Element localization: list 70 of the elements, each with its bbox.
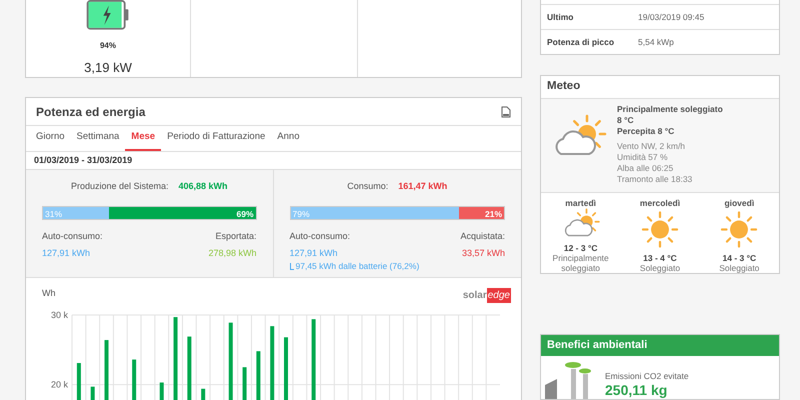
axis-unit: Wh: [42, 288, 56, 298]
date-range: 01/03/2019 - 31/03/2019: [34, 154, 132, 167]
logo-badge: edge: [486, 288, 511, 303]
period-tab[interactable]: Mese: [125, 130, 162, 151]
period-tab[interactable]: Settimana: [70, 130, 126, 151]
axis-tick-label: 30 k: [50, 310, 68, 320]
document-icon[interactable]: [501, 106, 511, 118]
chart-bar[interactable]: [312, 319, 316, 400]
forecast-condition: Principalmente soleggiato: [552, 253, 610, 273]
summary-value: 127,91 kWh: [42, 247, 92, 260]
summary-label: Acquistata:: [460, 230, 505, 243]
chart-bar[interactable]: [242, 367, 247, 400]
chart-bar[interactable]: [104, 340, 109, 400]
info-value: 19/03/2019 09:45: [638, 10, 704, 24]
weather-detail: Umidità 57 %: [617, 152, 669, 163]
summary-label: Auto-consumo:: [42, 230, 103, 242]
bar-percent: 69%: [236, 208, 254, 220]
info-label: Potenza di picco: [547, 36, 616, 48]
chart-bar[interactable]: [90, 386, 95, 400]
battery-percent: 94%: [100, 40, 116, 52]
forecast-condition: Soleggiato: [640, 263, 680, 273]
weather-detail: Vento NW, 2 km/h: [617, 141, 686, 152]
chart-bar[interactable]: [256, 351, 260, 400]
chart-bar[interactable]: [174, 317, 178, 400]
period-tab[interactable]: Giorno: [30, 130, 71, 151]
card-title: Benefici ambientali: [547, 338, 648, 354]
summary-value: 278,98 kWh: [208, 247, 256, 260]
info-label: Ultimo: [547, 10, 574, 24]
forecast-day: mercoledì: [640, 198, 680, 208]
benefit-value: 250,11 kg: [605, 383, 668, 397]
weather-condition: Principalmente soleggiato: [617, 104, 723, 115]
axis-tick-label: 20 k: [50, 380, 68, 390]
benefit-label: Emissioni CO2 evitate: [605, 370, 689, 383]
summary-value: 33,57 kWh: [462, 247, 505, 260]
weather-detail: Tramonto alle 18:33: [617, 174, 694, 185]
battery-note: 97,45 kWh dalle batterie (76,2%): [296, 262, 420, 270]
chart-bar[interactable]: [160, 382, 164, 400]
chart-bar[interactable]: [228, 322, 233, 400]
chart-bar[interactable]: [132, 360, 136, 400]
summary-label: Auto-consumo:: [290, 230, 352, 242]
summary-label: Consumo:: [347, 180, 388, 193]
forecast-range: 13 - 4 °C: [643, 253, 677, 263]
chart-bar[interactable]: [201, 388, 206, 400]
weather-temperature: 8 °C: [617, 115, 635, 126]
summary-value: 161,47 kWh: [398, 180, 448, 193]
summary-value: 406,88 kWh: [178, 180, 228, 193]
forecast-range: 12 - 3 °C: [564, 243, 598, 253]
chart-bar[interactable]: [76, 363, 81, 400]
forecast-condition: Soleggiato: [719, 263, 760, 273]
battery-power: 3,19 kW: [84, 58, 132, 76]
corner-icon: [290, 262, 294, 270]
forecast-range: 14 - 3 °C: [722, 253, 756, 263]
card-title: Meteo: [547, 79, 580, 94]
summary-label: Esportata:: [215, 230, 256, 243]
bar-percent: 21%: [484, 208, 502, 220]
period-tab[interactable]: Anno: [271, 130, 306, 151]
summary-label: Produzione del Sistema:: [70, 180, 169, 193]
summary-value: 127,91 kWh: [290, 247, 339, 260]
weather-feels-like: Percepita 8 °C: [617, 126, 676, 137]
panel-title: Potenza ed energia: [36, 104, 146, 120]
logo-text: solar: [462, 289, 487, 303]
info-value: 5,54 kWp: [638, 36, 674, 48]
bar-percent: 31%: [45, 208, 62, 220]
weather-detail: Alba alle 06:25: [617, 163, 674, 174]
forecast-day: martedì: [565, 198, 596, 208]
chart-bar[interactable]: [270, 326, 274, 400]
chart-bar[interactable]: [187, 336, 192, 400]
period-tab[interactable]: Periodo di Fatturazione: [161, 130, 272, 151]
forecast-day: giovedì: [724, 198, 754, 208]
bar-percent: 79%: [292, 208, 310, 220]
